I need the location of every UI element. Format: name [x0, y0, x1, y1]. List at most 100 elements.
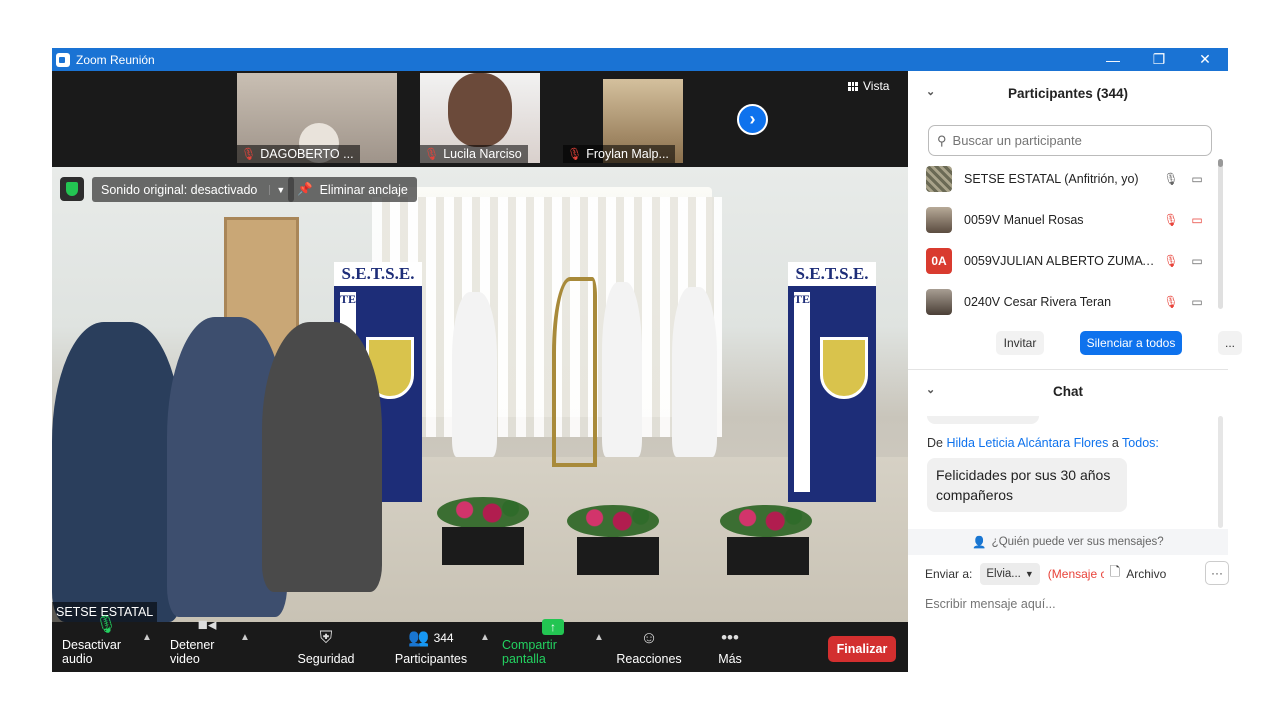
previous-message-bubble — [927, 416, 1039, 424]
minimize-button[interactable]: — — [1090, 48, 1136, 71]
collapse-chevron-icon[interactable]: ⌄ — [926, 85, 935, 98]
sender-name[interactable]: Hilda Leticia Alcántara Flores — [946, 436, 1108, 450]
participants-icon: 👥 344 — [408, 628, 454, 647]
active-speaker-video[interactable]: S.E.T.S.E. TELEBACHILLERATO S.E.T.S.E. T… — [52, 167, 908, 622]
message-sender: De Hilda Leticia Alcántara Flores a Todo… — [927, 436, 1159, 450]
video-area: 🎙 DAGOBERTO ... 🎙 Lucila Narciso 🎙 Froylan … — [52, 71, 908, 672]
avatar: 0A — [926, 248, 952, 274]
search-icon: ⚲ — [937, 132, 947, 148]
end-meeting-button[interactable]: Finalizar — [828, 636, 896, 662]
next-page-arrow-icon[interactable]: › — [737, 104, 768, 135]
microphone-icon[interactable]: 🎙 — [1160, 172, 1182, 186]
window-title: Zoom Reunión — [76, 52, 155, 67]
scene-flower-pot — [442, 527, 524, 565]
smiley-plus-icon: ☺ — [640, 628, 658, 647]
chat-header: ⌄ Chat — [926, 383, 1083, 399]
scene-flowers — [437, 497, 529, 529]
file-button[interactable]: Archivo — [1126, 567, 1166, 581]
share-screen-icon: ↑ — [542, 619, 564, 635]
video-camera-icon[interactable]: ▭ — [1186, 295, 1208, 309]
participant-search[interactable]: ⚲ — [928, 125, 1212, 156]
zoom-window: Zoom Reunión — ❐ ✕ 🎙 DAGOBERTO ... 🎙 Lucil… — [52, 48, 1242, 672]
scene-flower-pot — [577, 537, 659, 575]
security-shield-icon[interactable] — [60, 177, 84, 201]
participant-search-input[interactable] — [952, 133, 1193, 148]
chat-message-bubble: Felicidades por sus 30 años compañeros — [927, 458, 1127, 512]
meeting-toolbar: 🎙 Desactivar audio ▲ ■◂ Detener video ▲ … — [52, 615, 908, 672]
participants-count: 344 — [433, 631, 454, 645]
unpin-button[interactable]: 📌 Eliminar anclaje — [288, 177, 417, 202]
view-button[interactable]: Vista — [848, 79, 889, 93]
video-camera-icon: ■◂ — [197, 615, 217, 634]
participant-row[interactable]: 0A 0059VJULIAN ALBERTO ZUMAYA... 🎙 ▭ — [926, 241, 1208, 281]
scene-flowers — [567, 505, 659, 537]
thumbnail-video[interactable]: 🎙 Froylan Malp... — [563, 73, 723, 163]
participants-options-chevron-icon[interactable]: ▲ — [480, 632, 490, 643]
video-options-chevron-icon[interactable]: ▲ — [240, 632, 250, 643]
mic-muted-icon: 🎙 — [241, 147, 257, 161]
pin-icon: 📌 — [297, 182, 313, 196]
avatar — [926, 166, 952, 192]
send-to-row: Enviar a: Elvia... ▼ (Mensaje c 🗋 Archiv… — [925, 561, 1229, 587]
participants-more-button[interactable]: ... — [1218, 331, 1242, 355]
send-to-dropdown[interactable]: Elvia... ▼ — [980, 563, 1040, 585]
video-camera-icon[interactable]: ▭ — [1186, 254, 1208, 268]
mic-muted-icon[interactable]: 🎙 — [1160, 295, 1182, 309]
audio-options-chevron-icon[interactable]: ▲ — [142, 632, 152, 643]
scene-musician — [672, 287, 717, 457]
chat-more-button[interactable]: ··· — [1205, 561, 1229, 585]
mute-button[interactable]: 🎙 Desactivar audio — [62, 615, 150, 672]
participants-button[interactable]: 👥 344 Participantes — [395, 622, 467, 672]
shield-icon: ⛨ — [319, 628, 333, 647]
avatar — [926, 289, 952, 315]
stop-video-button[interactable]: ■◂ Detener video — [170, 615, 244, 672]
thumbnail-video[interactable]: 🎙 DAGOBERTO ... — [237, 73, 397, 163]
reactions-button[interactable]: ☺ Reacciones — [616, 622, 681, 672]
participant-row[interactable]: 0059V Manuel Rosas 🎙 ▭ — [926, 200, 1208, 240]
participant-row[interactable]: SETSE ESTATAL (Anfitrión, yo) 🎙 ▭ — [926, 159, 1208, 199]
close-button[interactable]: ✕ — [1182, 48, 1228, 71]
participant-head — [448, 73, 512, 147]
mic-muted-icon[interactable]: 🎙 — [1160, 254, 1182, 268]
title-bar: Zoom Reunión — ❐ ✕ — [52, 48, 1228, 71]
send-to-label: Enviar a: — [925, 567, 973, 581]
side-panel: ⌄ Participantes (344) ⚲ SETSE ESTATAL (A… — [908, 71, 1242, 672]
share-screen-button[interactable]: ↑ Compartir pantalla — [502, 619, 604, 672]
participants-scrollbar[interactable] — [1218, 159, 1223, 309]
scene-flower-pot — [727, 537, 809, 575]
recipient-name[interactable]: Todos: — [1122, 436, 1159, 450]
setse-shield-logo — [820, 337, 868, 399]
who-can-see-link[interactable]: 👤 ¿Quién puede ver sus mensajes? — [908, 529, 1228, 555]
invite-button[interactable]: Invitar — [996, 331, 1044, 355]
video-off-icon[interactable]: ▭ — [1186, 213, 1208, 227]
more-dots-icon: ••• — [721, 628, 739, 647]
chat-messages: De Hilda Leticia Alcántara Flores a Todo… — [908, 416, 1228, 528]
chat-scrollbar[interactable] — [1218, 416, 1223, 528]
mic-muted-icon: 🎙 — [567, 147, 583, 161]
chevron-down-icon: ▼ — [1024, 569, 1034, 579]
chevron-down-icon[interactable]: ▼ — [269, 184, 285, 195]
share-options-chevron-icon[interactable]: ▲ — [594, 632, 604, 643]
thumbnail-name-label: 🎙 Lucila Narciso — [420, 145, 528, 163]
scene-harp — [552, 277, 597, 467]
mic-muted-icon[interactable]: 🎙 — [1160, 213, 1182, 227]
thumbnail-name-label: 🎙 DAGOBERTO ... — [237, 145, 360, 163]
video-camera-icon[interactable]: ▭ — [1186, 172, 1208, 186]
person-icon: 👤 — [972, 537, 987, 549]
security-button[interactable]: ⛨ Seguridad — [297, 622, 355, 672]
original-sound-toggle[interactable]: Sonido original: desactivado ▼ — [92, 177, 295, 202]
more-button[interactable]: ••• Más — [714, 622, 746, 672]
collapse-chevron-icon[interactable]: ⌄ — [926, 383, 935, 396]
setse-banner: S.E.T.S.E. TELEBACHILLERATO — [788, 262, 876, 502]
restore-button[interactable]: ❐ — [1136, 48, 1182, 71]
thumbnail-video[interactable]: 🎙 Lucila Narciso — [420, 73, 540, 163]
zoom-logo-icon — [56, 52, 70, 67]
scene-person — [262, 322, 382, 592]
private-message-note: (Mensaje c — [1047, 567, 1104, 581]
thumbnail-strip: 🎙 DAGOBERTO ... 🎙 Lucila Narciso 🎙 Froylan … — [52, 71, 908, 166]
chat-message-input[interactable] — [925, 593, 1215, 615]
mute-all-button[interactable]: Silenciar a todos — [1080, 331, 1182, 355]
scene-person — [52, 322, 182, 622]
participant-row[interactable]: 0240V Cesar Rivera Teran 🎙 ▭ — [926, 282, 1208, 322]
participants-header: ⌄ Participantes (344) — [926, 85, 1129, 101]
